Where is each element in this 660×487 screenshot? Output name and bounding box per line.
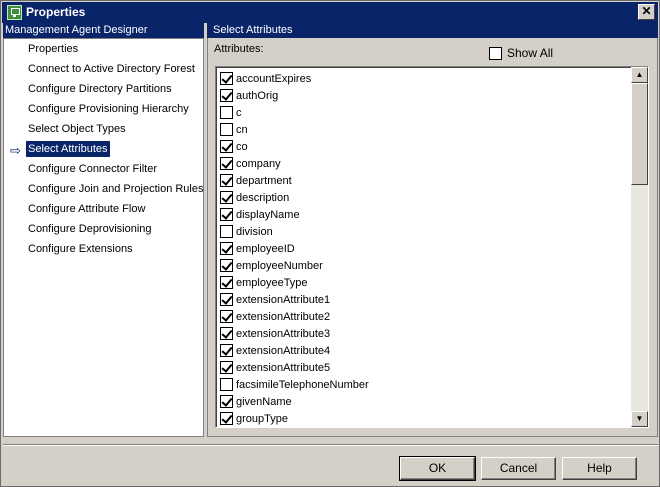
attribute-checkbox[interactable] — [220, 378, 233, 391]
attribute-name: co — [236, 140, 248, 153]
properties-dialog: Properties ✕ Management Agent Designer ⇨… — [0, 0, 660, 487]
close-icon[interactable]: ✕ — [638, 4, 655, 20]
attribute-checkbox[interactable] — [220, 242, 233, 255]
attribute-name: givenName — [236, 395, 292, 408]
attribute-name: authOrig — [236, 89, 279, 102]
nav-item-connector-filter[interactable]: Configure Connector Filter — [26, 161, 159, 177]
attribute-name: groupType — [236, 412, 288, 425]
attribute-row[interactable]: employeeID — [220, 240, 295, 257]
attribute-checkbox[interactable] — [220, 293, 233, 306]
attribute-row[interactable]: extensionAttribute5 — [220, 359, 330, 376]
ok-button[interactable]: OK — [399, 456, 476, 481]
nav-item-select-attributes[interactable]: Select Attributes — [26, 141, 110, 157]
attribute-name: company — [236, 157, 281, 170]
attribute-checkbox[interactable] — [220, 412, 233, 425]
attribute-checkbox[interactable] — [220, 361, 233, 374]
nav-item-provisioning-hierarchy[interactable]: Configure Provisioning Hierarchy — [26, 101, 191, 117]
attributes-label: Attributes: — [214, 43, 264, 55]
attribute-checkbox[interactable] — [220, 72, 233, 85]
attribute-row[interactable]: employeeNumber — [220, 257, 323, 274]
cancel-button[interactable]: Cancel — [481, 457, 556, 480]
attribute-name: extensionAttribute4 — [236, 344, 331, 357]
attribute-checkbox[interactable] — [220, 123, 233, 136]
attribute-name: extensionAttribute1 — [236, 293, 331, 306]
attribute-name: accountExpires — [236, 72, 312, 85]
attribute-checkbox[interactable] — [220, 89, 233, 102]
title-bar: Properties ✕ — [2, 2, 658, 23]
right-pane-header: Select Attributes — [207, 23, 658, 38]
nav-item-extensions[interactable]: Configure Extensions — [26, 241, 135, 257]
attribute-checkbox[interactable] — [220, 174, 233, 187]
attribute-name: c — [236, 106, 242, 119]
attribute-row[interactable]: department — [220, 172, 292, 189]
attribute-checkbox[interactable] — [220, 157, 233, 170]
app-icon — [7, 5, 22, 20]
window-title: Properties — [26, 5, 86, 19]
attribute-name: extensionAttribute2 — [236, 310, 331, 323]
attribute-name: division — [236, 225, 273, 238]
attribute-name: facsimileTelephoneNumber — [236, 378, 369, 391]
show-all-checkbox[interactable] — [489, 46, 502, 60]
attribute-row[interactable]: description — [220, 189, 289, 206]
nav-item-directory-partitions[interactable]: Configure Directory Partitions — [26, 81, 174, 97]
left-pane-header: Management Agent Designer — [3, 23, 204, 38]
vertical-scrollbar[interactable]: ▲ ▼ — [631, 67, 648, 427]
show-all-label: Show All — [507, 46, 554, 60]
attribute-name: department — [236, 174, 292, 187]
attribute-checkbox[interactable] — [220, 259, 233, 272]
attribute-row[interactable]: co — [220, 138, 248, 155]
attribute-name: extensionAttribute3 — [236, 327, 331, 340]
attribute-row[interactable]: authOrig — [220, 87, 278, 104]
attribute-row[interactable]: givenName — [220, 393, 292, 410]
attribute-row[interactable]: employeeType — [220, 274, 308, 291]
attribute-checkbox[interactable] — [220, 327, 233, 340]
attribute-row[interactable]: division — [220, 223, 273, 240]
nav-item-join-projection[interactable]: Configure Join and Projection Rules — [26, 181, 206, 197]
attribute-name: cn — [236, 123, 248, 136]
attribute-checkbox[interactable] — [220, 276, 233, 289]
scroll-down-icon[interactable]: ▼ — [631, 411, 648, 427]
attribute-name: displayName — [236, 208, 300, 221]
nav-item-connect-forest[interactable]: Connect to Active Directory Forest — [26, 61, 197, 77]
attribute-checkbox[interactable] — [220, 344, 233, 357]
attribute-row[interactable]: extensionAttribute2 — [220, 308, 330, 325]
attribute-name: employeeID — [236, 242, 295, 255]
footer-separator — [3, 444, 658, 446]
nav-item-properties[interactable]: Properties — [26, 41, 80, 57]
nav-item-deprovisioning[interactable]: Configure Deprovisioning — [26, 221, 154, 237]
nav-item-attribute-flow[interactable]: Configure Attribute Flow — [26, 201, 147, 217]
attribute-row[interactable]: company — [220, 155, 281, 172]
nav-item-object-types[interactable]: Select Object Types — [26, 121, 128, 137]
attribute-name: extensionAttribute5 — [236, 361, 331, 374]
attribute-row[interactable]: groupType — [220, 410, 288, 427]
attribute-checkbox[interactable] — [220, 310, 233, 323]
selected-arrow-icon: ⇨ — [10, 143, 21, 158]
attribute-name: description — [236, 191, 290, 204]
attribute-row[interactable]: c — [220, 104, 242, 121]
attribute-row[interactable]: cn — [220, 121, 248, 138]
attribute-checkbox[interactable] — [220, 395, 233, 408]
attribute-name: employeeNumber — [236, 259, 323, 272]
show-all-toggle[interactable]: Show All — [489, 46, 553, 60]
attribute-row[interactable]: extensionAttribute4 — [220, 342, 330, 359]
attribute-row[interactable]: extensionAttribute3 — [220, 325, 330, 342]
attribute-row[interactable]: displayName — [220, 206, 300, 223]
attribute-checkbox[interactable] — [220, 106, 233, 119]
attribute-checkbox[interactable] — [220, 191, 233, 204]
attribute-row[interactable]: facsimileTelephoneNumber — [220, 376, 369, 393]
attribute-checkbox[interactable] — [220, 208, 233, 221]
help-button[interactable]: Help — [562, 457, 637, 480]
attribute-checkbox[interactable] — [220, 140, 233, 153]
attributes-list[interactable]: ▲ ▼ accountExpires authOrig c cn co company de… — [215, 66, 649, 428]
attribute-row[interactable]: extensionAttribute1 — [220, 291, 330, 308]
attribute-name: employeeType — [236, 276, 308, 289]
attribute-checkbox[interactable] — [220, 225, 233, 238]
attribute-row[interactable]: accountExpires — [220, 70, 311, 87]
designer-nav: ⇨ Properties Connect to Active Directory… — [3, 38, 204, 437]
scroll-up-icon[interactable]: ▲ — [631, 67, 648, 83]
scroll-thumb[interactable] — [631, 83, 648, 185]
